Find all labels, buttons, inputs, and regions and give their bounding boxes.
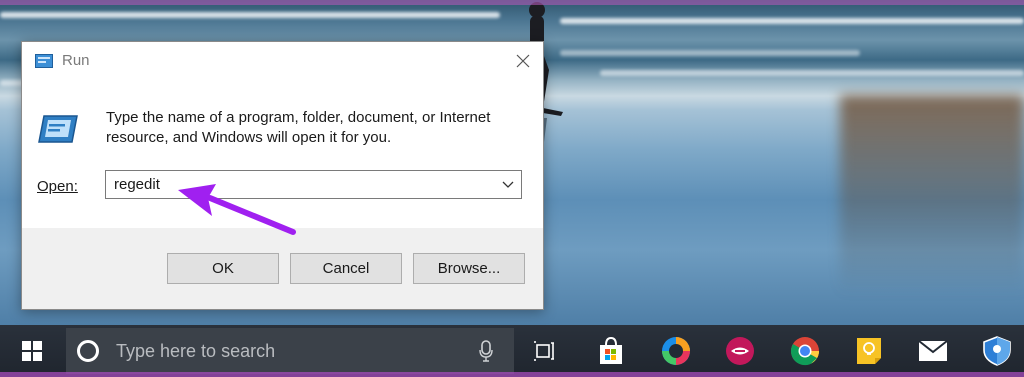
edge-canary-button[interactable] (658, 333, 694, 369)
close-button[interactable] (502, 42, 543, 80)
dialog-title: Run (62, 52, 90, 69)
open-input-value[interactable]: regedit (114, 176, 160, 193)
wave (600, 70, 1024, 76)
taskbar: Type here to search (0, 325, 1024, 377)
sticky-notes-button[interactable] (851, 333, 887, 369)
chrome-icon (790, 337, 819, 366)
security-button[interactable] (979, 333, 1015, 369)
taskbar-search-box[interactable]: Type here to search (66, 328, 514, 374)
cortana-icon[interactable] (77, 340, 99, 362)
windows-start-icon (22, 341, 42, 361)
store-icon (600, 336, 622, 364)
app-button[interactable] (722, 333, 758, 369)
sticky-notes-icon (857, 338, 881, 364)
dialog-description: Type the name of a program, folder, docu… (106, 109, 491, 146)
edge-canary-icon (662, 337, 690, 365)
wave (560, 50, 860, 56)
browse-button[interactable]: Browse... (413, 253, 525, 284)
ok-button[interactable]: OK (167, 253, 279, 284)
start-button[interactable] (0, 325, 64, 377)
dialog-body (22, 80, 543, 228)
task-view-button[interactable] (527, 333, 563, 369)
top-accent-strip (0, 0, 1024, 5)
shield-icon (983, 336, 1011, 366)
open-combobox[interactable]: regedit (105, 170, 522, 199)
dialog-titlebar[interactable]: Run (22, 42, 543, 80)
mail-icon (918, 340, 948, 361)
run-dialog: Run Type the name of a program, folder, … (21, 41, 544, 310)
bottom-accent-line (0, 372, 1024, 377)
screen: Run Type the name of a program, folder, … (0, 0, 1024, 377)
run-program-icon (38, 115, 78, 143)
open-label-text: Open: (37, 178, 78, 195)
chevron-down-icon (502, 181, 514, 188)
wallpaper-reflection (840, 95, 1024, 295)
open-label: Open: (37, 178, 78, 195)
dropdown-button[interactable] (499, 175, 517, 195)
store-button[interactable] (593, 333, 629, 369)
app-icon (726, 337, 754, 365)
wave (0, 12, 500, 18)
chrome-button[interactable] (787, 333, 823, 369)
run-icon (35, 54, 53, 68)
task-view-icon (534, 341, 554, 361)
cancel-button[interactable]: Cancel (290, 253, 402, 284)
search-placeholder: Type here to search (116, 341, 276, 361)
mail-button[interactable] (915, 333, 951, 369)
close-icon (516, 54, 529, 68)
wave (560, 18, 1024, 24)
microphone-icon[interactable] (479, 340, 493, 362)
